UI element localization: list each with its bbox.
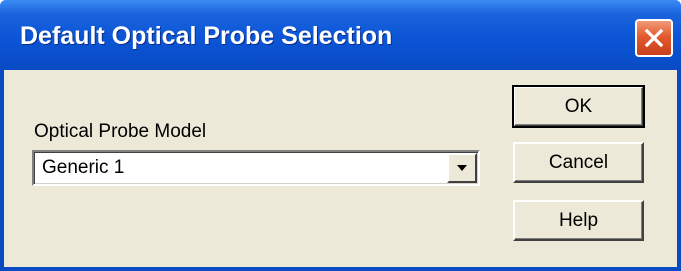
optical-probe-model-dropdown[interactable]: Generic 1: [32, 150, 480, 186]
ok-button[interactable]: OK: [512, 85, 645, 128]
optical-probe-model-label: Optical Probe Model: [34, 121, 207, 142]
dropdown-arrow-button[interactable]: [447, 153, 477, 183]
window-title: Default Optical Probe Selection: [20, 22, 393, 50]
cancel-button[interactable]: Cancel: [513, 142, 644, 183]
close-button[interactable]: [635, 19, 673, 57]
help-button[interactable]: Help: [513, 200, 644, 241]
dialog-window: Default Optical Probe Selection Optical …: [0, 0, 681, 271]
dialog-client-area: Optical Probe Model Generic 1 OK Cancel …: [4, 70, 677, 267]
title-bar[interactable]: Default Optical Probe Selection: [0, 0, 681, 70]
dropdown-selected-value: Generic 1: [42, 157, 125, 178]
